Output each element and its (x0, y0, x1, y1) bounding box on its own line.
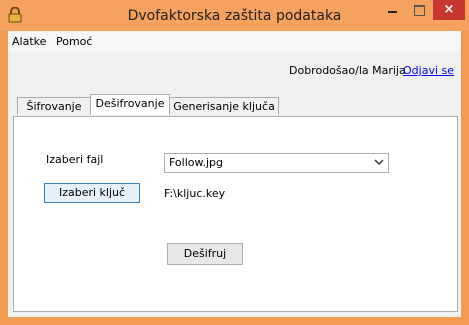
close-icon[interactable]: × (433, 0, 465, 20)
minimize-icon[interactable] (379, 0, 406, 20)
file-label: Izaberi fajl (46, 153, 104, 166)
tab-desifrovanje[interactable]: Dešifrovanje (90, 94, 170, 115)
maximize-icon[interactable] (406, 0, 433, 20)
choose-key-button[interactable]: Izaberi ključ (44, 183, 140, 203)
menu-item-pomoc[interactable]: Pomoć (56, 35, 92, 48)
welcome-text: Dobrodošao/la Marija (289, 64, 406, 77)
menu-bar: Alatke Pomoć (8, 31, 461, 52)
decrypt-panel: Izaberi fajl Follow.jpg Izaberi ključ F:… (13, 116, 458, 312)
title-bar[interactable]: Dvofaktorska zaštita podataka × (0, 0, 469, 31)
key-path-text: F:\kljuc.key (164, 187, 226, 200)
chevron-down-icon (374, 156, 384, 168)
decrypt-button[interactable]: Dešifruj (167, 243, 243, 265)
client-area: Alatke Pomoć Dobrodošao/la Marija Odjavi… (8, 31, 461, 317)
tab-sifrovanje[interactable]: Šifrovanje (17, 97, 91, 115)
tab-generisanje-kljuca[interactable]: Generisanje ključa (169, 97, 279, 115)
menu-item-alatke[interactable]: Alatke (12, 35, 46, 48)
file-select-value: Follow.jpg (169, 156, 224, 169)
app-window: Dvofaktorska zaštita podataka × Alatke P… (0, 0, 469, 325)
file-select[interactable]: Follow.jpg (164, 153, 389, 173)
logout-link[interactable]: Odjavi se (403, 64, 454, 77)
